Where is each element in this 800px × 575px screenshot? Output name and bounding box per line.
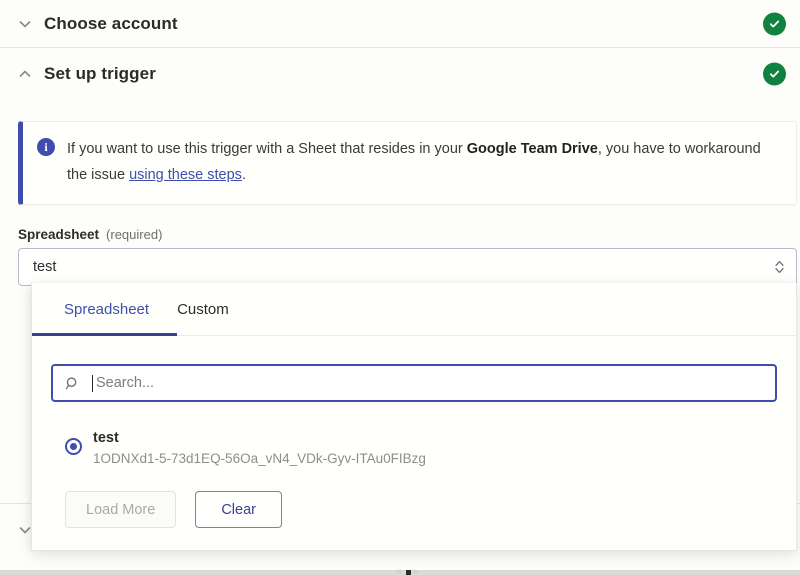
- chevron-down-icon: [14, 13, 36, 35]
- status-complete-icon: [763, 12, 786, 35]
- chevron-up-down-icon[interactable]: [773, 257, 785, 277]
- info-banner: i If you want to use this trigger with a…: [18, 121, 797, 205]
- search-placeholder: Search...: [96, 375, 154, 391]
- dropdown-content: Search... test 1ODNXd1-5-73d1EQ-56Oa_vN4…: [32, 336, 796, 550]
- banner-text-before: If you want to use this trigger with a S…: [67, 141, 467, 157]
- scroll-left-arrow[interactable]: ◁: [396, 570, 401, 575]
- banner-bold-text: Google Team Drive: [467, 141, 598, 157]
- scroll-right-arrow[interactable]: ▷: [414, 570, 419, 575]
- banner-text-after: .: [242, 167, 246, 183]
- accordion-header-set-up-trigger[interactable]: Set up trigger: [0, 48, 800, 100]
- accordion-header-choose-account[interactable]: Choose account: [0, 0, 800, 47]
- field-label: Spreadsheet: [18, 227, 99, 242]
- search-field[interactable]: Search...: [51, 364, 777, 402]
- info-icon: i: [37, 138, 55, 156]
- status-complete-icon: [763, 63, 786, 86]
- spreadsheet-select-value: test: [33, 259, 56, 275]
- tab-spreadsheet[interactable]: Spreadsheet: [50, 283, 163, 335]
- radio-dot: [70, 443, 77, 450]
- field-required-note: (required): [106, 227, 162, 242]
- dropdown-actions: Load More Clear: [65, 491, 777, 550]
- clear-button[interactable]: Clear: [195, 491, 282, 528]
- section-title: Set up trigger: [44, 64, 156, 84]
- text-cursor: [92, 375, 93, 392]
- dropdown-tabs: Spreadsheet Custom: [32, 283, 796, 336]
- info-banner-text: If you want to use this trigger with a S…: [67, 136, 778, 188]
- list-item-content: test 1ODNXd1-5-73d1EQ-56Oa_vN4_VDk-Gyv-I…: [93, 428, 426, 469]
- banner-link[interactable]: using these steps: [129, 167, 242, 183]
- list-item-title: test: [93, 428, 426, 448]
- scrollbar-thumb[interactable]: [406, 570, 411, 575]
- horizontal-scrollbar[interactable]: ◁ ▷: [0, 570, 800, 575]
- tab-custom[interactable]: Custom: [163, 283, 243, 335]
- field-label-row: Spreadsheet (required): [18, 227, 800, 242]
- radio-selected-icon[interactable]: [65, 438, 82, 455]
- list-item[interactable]: test 1ODNXd1-5-73d1EQ-56Oa_vN4_VDk-Gyv-I…: [65, 428, 777, 469]
- search-icon: [65, 375, 81, 391]
- tab-label: Spreadsheet: [64, 301, 149, 318]
- load-more-button[interactable]: Load More: [65, 491, 176, 528]
- chevron-up-icon: [14, 63, 36, 85]
- spreadsheet-dropdown-panel: Spreadsheet Custom Search... test 1ODNXd…: [31, 283, 797, 551]
- spreadsheet-select[interactable]: test: [18, 248, 797, 286]
- list-item-id: 1ODNXd1-5-73d1EQ-56Oa_vN4_VDk-Gyv-ITAu0F…: [93, 449, 426, 469]
- tab-label: Custom: [177, 301, 229, 318]
- section-title: Choose account: [44, 14, 178, 34]
